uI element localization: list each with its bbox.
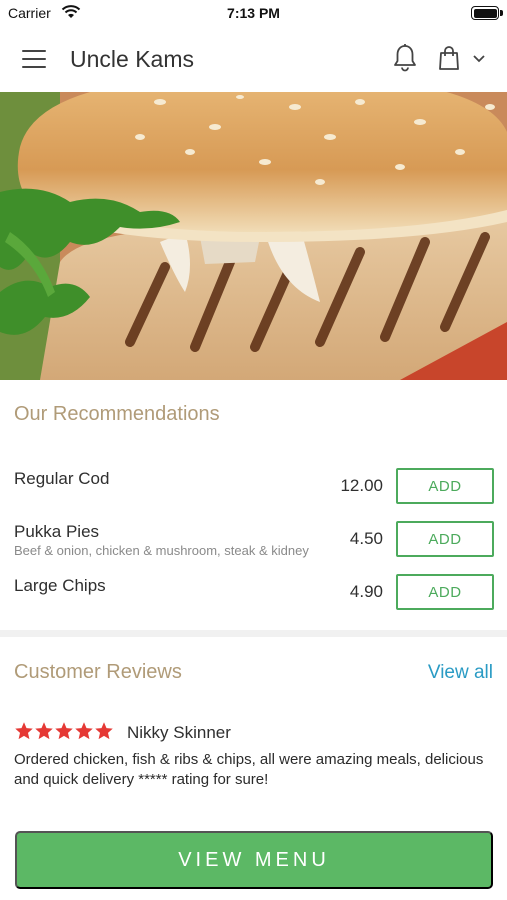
review-text: Ordered chicken, fish & ribs & chips, al… xyxy=(14,751,484,788)
reviews-title: Customer Reviews xyxy=(14,661,182,683)
section-divider xyxy=(0,630,507,637)
status-bar: Carrier 7:13 PM xyxy=(0,0,507,26)
view-menu-button[interactable]: VIEW MENU xyxy=(15,831,493,889)
star-icon xyxy=(95,722,113,740)
app-header: Uncle Kams xyxy=(0,26,507,92)
recommendations-title: Our Recommendations xyxy=(14,403,220,425)
menu-icon[interactable] xyxy=(22,50,46,68)
star-rating xyxy=(14,721,114,741)
battery-icon xyxy=(471,6,499,20)
add-button[interactable]: ADD xyxy=(396,574,494,610)
item-name: Regular Cod xyxy=(14,469,110,488)
star-icon xyxy=(35,722,53,740)
page-title: Uncle Kams xyxy=(70,46,194,72)
item-name: Large Chips xyxy=(14,576,106,595)
item-price: 4.90 xyxy=(349,582,383,601)
star-icon xyxy=(75,722,93,740)
chevron-down-icon[interactable] xyxy=(472,54,486,64)
battery-tip xyxy=(500,10,503,16)
clock: 7:13 PM xyxy=(227,5,280,21)
item-price: 4.50 xyxy=(349,529,383,548)
reviewer-name: Nikky Skinner xyxy=(127,723,231,742)
item-price: 12.00 xyxy=(340,476,383,495)
star-icon xyxy=(55,722,73,740)
add-button[interactable]: ADD xyxy=(396,521,494,557)
shopping-bag-icon[interactable] xyxy=(438,45,460,71)
hero-food-image xyxy=(0,92,507,380)
add-button[interactable]: ADD xyxy=(396,468,494,504)
item-description: Beef & onion, chicken & mushroom, steak … xyxy=(14,543,309,558)
view-all-link[interactable]: View all xyxy=(428,662,493,684)
item-name: Pukka Pies xyxy=(14,522,100,541)
star-icon xyxy=(15,722,33,740)
bell-icon[interactable] xyxy=(392,43,418,73)
